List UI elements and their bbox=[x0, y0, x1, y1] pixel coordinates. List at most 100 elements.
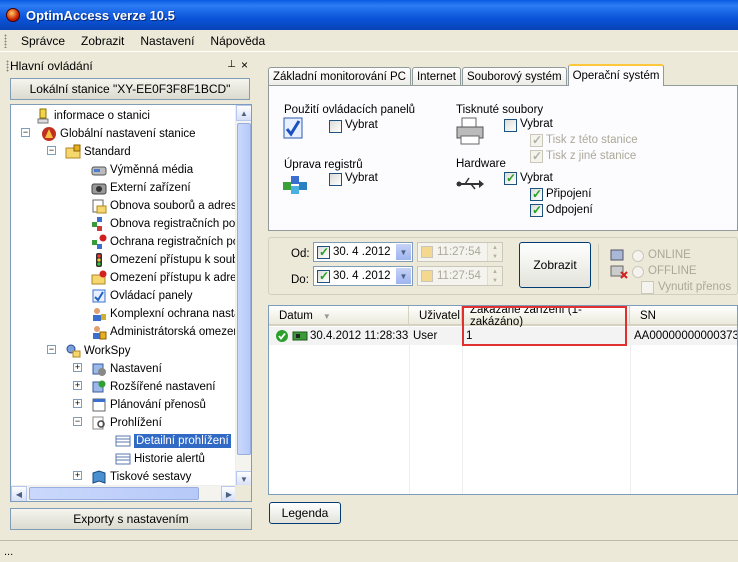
tree-item-global[interactable]: Globální nastavení stanice bbox=[41, 125, 196, 143]
menu-napoveda[interactable]: Nápověda bbox=[202, 34, 273, 48]
tree-item-admin[interactable]: Administrátorská omezení bbox=[91, 323, 236, 341]
tree-item-scheduled[interactable]: Plánování přenosů bbox=[91, 396, 206, 414]
time-spinner-icon[interactable]: ▲ ▼ bbox=[487, 267, 502, 285]
from-date-picker[interactable]: 30. 4 .2012 ▼ bbox=[313, 242, 413, 262]
force-transfer-label: Vynutit přenos bbox=[658, 281, 732, 293]
station-button[interactable]: Lokální stanice "XY-EE0F3F8F1BCD" bbox=[10, 78, 250, 100]
tree-item-settings[interactable]: Nastavení bbox=[91, 360, 162, 378]
column-header-date[interactable]: Datum ▼ bbox=[269, 306, 409, 326]
hardware-checkbox[interactable] bbox=[504, 171, 517, 185]
to-date-value: 30. 4 .2012 bbox=[333, 270, 391, 282]
column-header-user[interactable]: Uživatel bbox=[409, 306, 462, 326]
navigation-tree: informace o stanici − Globální nastavení… bbox=[10, 104, 252, 502]
tree-item-file-access[interactable]: Omezení přístupu k soubo bbox=[91, 251, 236, 269]
panel-grip[interactable] bbox=[6, 60, 9, 72]
expander-collapse[interactable]: − bbox=[73, 417, 82, 426]
menu-bar: Správce Zobrazit Nastavení Nápověda bbox=[0, 30, 738, 52]
to-time-checkbox[interactable] bbox=[421, 270, 433, 282]
close-icon[interactable]: × bbox=[241, 58, 248, 72]
show-button[interactable]: Zobrazit bbox=[519, 242, 591, 288]
file-restore-icon bbox=[92, 199, 107, 214]
disconnect-checkbox[interactable] bbox=[530, 203, 543, 217]
column-header-sn[interactable]: SN bbox=[630, 306, 737, 326]
tree-item-reg-restore[interactable]: Obnova registračních polo bbox=[91, 215, 236, 233]
tree-item-control-panels[interactable]: Ovládací panely bbox=[91, 287, 192, 305]
tab-internet[interactable]: Internet bbox=[411, 67, 461, 86]
menu-nastaveni[interactable]: Nastavení bbox=[132, 34, 202, 48]
from-time-picker[interactable]: 11:27:54 ▲ ▼ bbox=[417, 242, 503, 262]
folder-block-icon bbox=[91, 270, 107, 285]
expander-collapse[interactable]: − bbox=[21, 128, 30, 137]
tree-item-detailed[interactable]: Detailní prohlížení bbox=[115, 432, 231, 450]
registry-checkbox[interactable] bbox=[329, 173, 342, 186]
online-label: ONLINE bbox=[648, 249, 691, 261]
control-panels-checkbox[interactable] bbox=[329, 120, 342, 133]
to-date-picker[interactable]: 30. 4 .2012 ▼ bbox=[313, 266, 413, 286]
users-icon bbox=[93, 308, 106, 321]
expander-collapse[interactable]: − bbox=[47, 146, 56, 155]
table-icon bbox=[115, 453, 131, 465]
expander-collapse[interactable]: − bbox=[47, 345, 56, 354]
tab-operating-system[interactable]: Operační systém bbox=[567, 64, 665, 86]
column-divider bbox=[462, 326, 463, 494]
status-bar: ... bbox=[0, 540, 738, 562]
tree-item-standard[interactable]: Standard bbox=[65, 143, 131, 161]
chevron-down-icon[interactable]: ▼ bbox=[395, 267, 412, 285]
tab-basic-monitoring[interactable]: Základní monitorování PC bbox=[268, 67, 411, 86]
tree-item-removable[interactable]: Výměnná média bbox=[91, 161, 193, 179]
scroll-thumb[interactable] bbox=[29, 487, 199, 500]
force-transfer-checkbox[interactable] bbox=[641, 281, 654, 294]
to-time-picker[interactable]: 11:27:54 ▲ ▼ bbox=[417, 266, 503, 286]
pin-icon[interactable]: ⊥ bbox=[227, 59, 236, 70]
tree-item-browsing[interactable]: Prohlížení bbox=[91, 414, 162, 432]
expander-expand[interactable]: + bbox=[73, 471, 82, 480]
tree-horizontal-scrollbar[interactable]: ◀ ▶ bbox=[11, 485, 237, 501]
print-other-station-checkbox[interactable] bbox=[530, 149, 543, 163]
tree-label: Globální nastavení stanice bbox=[60, 128, 196, 140]
window-title: OptimAccess verze 10.5 bbox=[26, 7, 175, 23]
expander-expand[interactable]: + bbox=[73, 399, 82, 408]
scroll-thumb[interactable] bbox=[237, 123, 251, 455]
chevron-down-icon[interactable]: ▼ bbox=[395, 243, 412, 261]
tree-item-complex[interactable]: Komplexní ochrana nasta bbox=[91, 305, 236, 323]
scroll-up-icon[interactable]: ▲ bbox=[236, 105, 251, 121]
connect-checkbox[interactable] bbox=[530, 187, 543, 201]
tree-label: Obnova souborů a adresá bbox=[110, 200, 236, 212]
export-settings-button[interactable]: Exporty s nastavením bbox=[10, 508, 252, 530]
legend-button[interactable]: Legenda bbox=[269, 502, 341, 524]
expander-expand[interactable]: + bbox=[73, 363, 82, 372]
from-date-checkbox[interactable] bbox=[317, 245, 330, 259]
online-radio[interactable] bbox=[632, 250, 644, 262]
printed-files-checkbox[interactable] bbox=[504, 119, 517, 132]
to-date-checkbox[interactable] bbox=[317, 269, 330, 283]
tree-item-alerts[interactable]: Historie alertů bbox=[115, 450, 205, 468]
date-filter-group: Od: 30. 4 .2012 ▼ 11:27:54 ▲▼ Do: 30. 4 … bbox=[268, 237, 738, 295]
tree-item-reg-protect[interactable]: Ochrana registračních pol bbox=[91, 233, 236, 251]
tree-item-info[interactable]: informace o stanici bbox=[35, 107, 150, 125]
menu-spravce[interactable]: Správce bbox=[13, 34, 73, 48]
expander-expand[interactable]: + bbox=[73, 381, 82, 390]
tree-label-selected: Detailní prohlížení bbox=[134, 434, 231, 448]
app-icon bbox=[6, 8, 20, 22]
tree-item-external[interactable]: Externí zařízení bbox=[91, 179, 191, 197]
tree-item-print-reports[interactable]: Tiskové sestavy bbox=[91, 468, 191, 486]
hardware-label: Hardware bbox=[456, 158, 506, 170]
tab-strip: Základní monitorování PC Internet Soubor… bbox=[268, 64, 665, 86]
tree-item-files[interactable]: Obnova souborů a adresá bbox=[91, 197, 236, 215]
offline-radio[interactable] bbox=[632, 266, 644, 278]
to-time-value: 11:27:54 bbox=[437, 270, 481, 282]
scroll-left-icon[interactable]: ◀ bbox=[11, 486, 27, 501]
scroll-corner bbox=[235, 485, 251, 501]
tree-item-dir-access[interactable]: Omezení přístupu k adresá bbox=[91, 269, 236, 287]
time-spinner-icon[interactable]: ▲ ▼ bbox=[487, 243, 502, 261]
print-this-station-checkbox[interactable] bbox=[530, 133, 543, 147]
tab-file-system[interactable]: Souborový systém bbox=[461, 67, 567, 86]
tree-item-advanced[interactable]: Rozšířené nastavení bbox=[91, 378, 215, 396]
tree-vertical-scrollbar[interactable]: ▲ ▼ bbox=[235, 105, 251, 487]
from-time-checkbox[interactable] bbox=[421, 246, 433, 258]
tree-label: Nastavení bbox=[110, 363, 162, 375]
control-panel-icon bbox=[283, 117, 303, 139]
tree-item-workspy[interactable]: WorkSpy bbox=[65, 342, 130, 360]
menu-zobrazit[interactable]: Zobrazit bbox=[73, 34, 132, 48]
status-text: ... bbox=[4, 545, 14, 558]
